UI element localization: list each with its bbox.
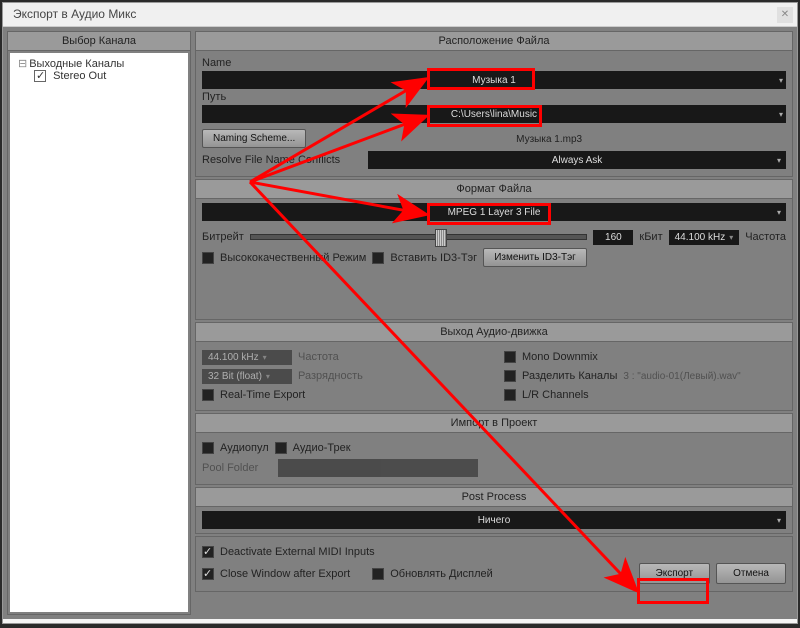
ae-samplerate-dropdown: 44.100 kHz▾ — [202, 350, 292, 365]
dropdown-icon[interactable]: ▾ — [779, 110, 783, 119]
file-location-header: Расположение Файла — [196, 32, 792, 51]
bitrate-value[interactable]: 160 — [593, 230, 633, 245]
mono-checkbox[interactable] — [504, 351, 516, 363]
freq-label: Частота — [745, 231, 786, 243]
naming-scheme-button[interactable]: Naming Scheme... — [202, 129, 306, 148]
audio-engine-header: Выход Аудио-движка — [196, 323, 792, 342]
export-dialog: Экспорт в Аудио Микс ✕ Выбор Канала ⊟Вых… — [2, 2, 798, 624]
conflicts-label: Resolve File Name Conflicts — [202, 154, 362, 166]
chevron-down-icon: ▾ — [729, 233, 733, 242]
window-title: Экспорт в Аудио Микс — [13, 7, 136, 21]
deactivate-midi-checkbox[interactable] — [202, 546, 214, 558]
audiopool-checkbox[interactable] — [202, 442, 214, 454]
postprocess-header: Post Process — [196, 488, 792, 507]
name-label: Name — [202, 57, 786, 69]
name-input[interactable]: Музыка 1 ▾ — [202, 71, 786, 89]
result-filename: Музыка 1.mp3 — [312, 134, 786, 145]
bitrate-slider[interactable] — [250, 234, 588, 240]
postprocess-dropdown[interactable]: Ничего ▾ — [202, 511, 786, 529]
sidebar-header: Выбор Канала — [8, 32, 190, 51]
file-location-panel: Расположение Файла Name Музыка 1 ▾ Путь … — [195, 31, 793, 177]
import-panel: Импорт в Проект Аудиопул Аудио-Трек Pool… — [195, 413, 793, 485]
close-icon[interactable]: ✕ — [777, 7, 793, 23]
conflicts-dropdown[interactable]: Always Ask ▾ — [368, 151, 786, 169]
postprocess-panel: Post Process Ничего ▾ — [195, 487, 793, 534]
import-header: Импорт в Проект — [196, 414, 792, 433]
hq-label: Высококачественный Режим — [220, 252, 366, 264]
dropdown-icon[interactable]: ▾ — [779, 76, 783, 85]
footer-panel: Deactivate External MIDI Inputs Close Wi… — [195, 536, 793, 592]
chevron-down-icon: ▾ — [777, 516, 781, 525]
audiotrack-checkbox[interactable] — [275, 442, 287, 454]
pool-folder-input — [278, 459, 478, 477]
chevron-down-icon: ▾ — [777, 156, 781, 165]
kbit-label: кБит — [639, 231, 662, 243]
edit-id3-button[interactable]: Изменить ID3-Тэг — [483, 248, 587, 267]
id3-label: Вставить ID3-Тэг — [390, 252, 477, 264]
close-after-checkbox[interactable] — [202, 568, 214, 580]
realtime-checkbox[interactable] — [202, 389, 214, 401]
file-format-header: Формат Файла — [196, 180, 792, 199]
tree-child[interactable]: Stereo Out — [14, 70, 184, 82]
audio-engine-panel: Выход Аудио-движка 44.100 kHz▾ Частота — [195, 322, 793, 411]
lr-checkbox[interactable] — [504, 389, 516, 401]
channel-sidebar: Выбор Канала ⊟Выходные Каналы Stereo Out — [7, 31, 191, 615]
ae-bitdepth-dropdown: 32 Bit (float)▾ — [202, 369, 292, 384]
id3-checkbox[interactable] — [372, 252, 384, 264]
export-button[interactable]: Экспорт — [639, 563, 711, 584]
channel-tree[interactable]: ⊟Выходные Каналы Stereo Out — [10, 53, 188, 612]
checkbox-icon[interactable] — [34, 70, 46, 82]
titlebar: Экспорт в Аудио Микс ✕ — [3, 3, 797, 27]
samplerate-dropdown[interactable]: 44.100 kHz ▾ — [669, 230, 740, 245]
path-label: Путь — [202, 91, 786, 103]
format-dropdown[interactable]: MPEG 1 Layer 3 File ▾ — [202, 203, 786, 221]
hq-checkbox[interactable] — [202, 252, 214, 264]
split-checkbox[interactable] — [504, 370, 516, 382]
slider-thumb[interactable] — [435, 229, 447, 247]
chevron-down-icon: ▾ — [777, 208, 781, 217]
file-format-panel: Формат Файла MPEG 1 Layer 3 File ▾ Битре… — [195, 179, 793, 320]
tree-root[interactable]: ⊟Выходные Каналы — [14, 57, 184, 70]
update-display-checkbox[interactable] — [372, 568, 384, 580]
bitrate-label: Битрейт — [202, 231, 244, 243]
cancel-button[interactable]: Отмена — [716, 563, 786, 584]
path-input[interactable]: C:\Users\lina\Music ▾ — [202, 105, 786, 123]
